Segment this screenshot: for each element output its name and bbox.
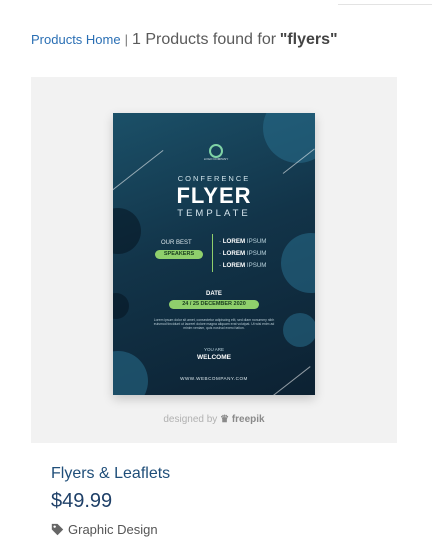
poster-decor-blob <box>263 113 315 163</box>
results-count-text: 1 Products found for <box>131 31 277 48</box>
poster-website: WWW.WEBCOMPANY.COM <box>180 376 248 381</box>
product-title-link[interactable]: Flyers & Leaflets <box>51 465 170 483</box>
poster-conference: CONFERENCE <box>177 174 251 183</box>
poster-date-label: DATE <box>206 291 222 297</box>
poster-our-best: OUR BEST <box>161 240 192 246</box>
poster-list-item: · LOREM IPSUM <box>219 238 267 245</box>
tag-icon <box>51 523 64 539</box>
poster-you-are: YOU ARE <box>203 347 224 352</box>
search-query: "flyers" <box>279 31 338 48</box>
poster-heading: FLYER <box>176 183 252 208</box>
product-category[interactable]: Graphic Design <box>51 522 158 539</box>
image-attribution: designed by ♛ freepik <box>31 414 397 425</box>
freepik-logo: ♛ freepik <box>220 414 265 425</box>
breadcrumb-home-link[interactable]: Products Home <box>31 32 121 47</box>
breadcrumb-separator: | <box>124 32 128 47</box>
poster-logo <box>209 144 223 158</box>
top-divider <box>338 4 432 5</box>
poster-list-item: · LOREM IPSUM <box>219 262 267 269</box>
poster-divider <box>212 234 213 272</box>
poster-list-item: · LOREM IPSUM <box>219 250 267 257</box>
category-label: Graphic Design <box>68 522 158 537</box>
poster-speakers-pill: SPEAKERS <box>155 250 203 259</box>
poster-subheading: TEMPLATE <box>177 208 251 219</box>
breadcrumb: Products Home | 1 Products found for "flye… <box>31 31 338 49</box>
product-image[interactable]: LOGO COMPANY CONFERENCE FLYER TEMPLATE O… <box>31 77 397 443</box>
poster-body-text: Lorem ipsum dolor sit amet, consectetur … <box>153 318 275 331</box>
flyer-poster-image: LOGO COMPANY CONFERENCE FLYER TEMPLATE O… <box>113 113 315 395</box>
attribution-prefix: designed by <box>163 414 218 425</box>
product-price: $49.99 <box>51 490 113 512</box>
poster-welcome: WELCOME <box>197 354 231 361</box>
poster-decor-blob <box>281 233 315 293</box>
poster-date-pill: 24 / 25 DECEMBER 2020 <box>169 300 259 309</box>
poster-logo-text: LOGO COMPANY <box>203 157 229 161</box>
poster-decor-blob <box>283 313 315 347</box>
